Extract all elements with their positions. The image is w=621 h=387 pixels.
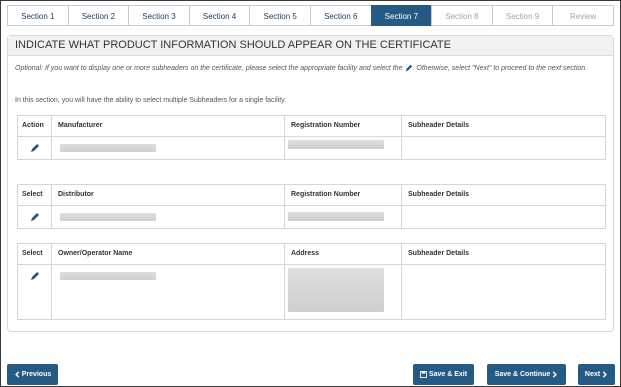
- redacted-value: [288, 268, 384, 312]
- tab-section-1[interactable]: Section 1: [7, 5, 68, 26]
- registration-number-cell: [285, 206, 402, 228]
- save-continue-label: Save & Continue: [494, 371, 551, 378]
- table-header-row: Select Distributor Registration Number S…: [18, 185, 605, 205]
- col-header-registration-number: Registration Number: [285, 116, 402, 136]
- owner-name-cell: [52, 265, 285, 319]
- floppy-disk-icon: [419, 370, 427, 378]
- table-header-row: Action Manufacturer Registration Number …: [18, 116, 605, 136]
- col-header-subheader-details: Subheader Details: [408, 250, 470, 257]
- tab-section-7[interactable]: Section 7: [370, 5, 432, 26]
- redacted-value: [60, 213, 156, 221]
- distributor-table: Select Distributor Registration Number S…: [17, 184, 606, 229]
- save-continue-button[interactable]: Save & Continue: [487, 364, 566, 385]
- optional-instructions: Optional: If you want to display one or …: [15, 64, 605, 74]
- col-header-select: Select: [18, 185, 52, 205]
- next-button[interactable]: Next: [578, 364, 615, 385]
- distributor-name-cell: [52, 206, 285, 228]
- subheader-details-cell: [402, 137, 605, 159]
- table-row: [18, 136, 605, 159]
- redacted-value: [288, 212, 384, 221]
- col-header-owner-operator-name: Owner/Operator Name: [52, 244, 285, 264]
- col-header-distributor: Distributor: [52, 185, 285, 205]
- col-header-registration-number: Registration Number: [285, 185, 402, 205]
- chevron-right-icon: [602, 371, 607, 378]
- subheader-details-cell: [402, 265, 605, 319]
- pencil-icon: [405, 64, 412, 72]
- tab-section-5[interactable]: Section 5: [249, 5, 310, 26]
- pencil-icon[interactable]: [30, 271, 40, 281]
- select-cell: [18, 265, 52, 319]
- optional-text-after: . Otherwise, select "Next" to proceed to…: [412, 65, 588, 72]
- chevron-left-icon: [14, 371, 19, 378]
- chevron-right-icon: [553, 371, 558, 378]
- save-exit-label: Save & Exit: [428, 371, 468, 378]
- save-exit-button[interactable]: Save & Exit: [413, 364, 474, 385]
- certificate-info-panel: INDICATE WHAT PRODUCT INFORMATION SHOULD…: [7, 35, 614, 332]
- col-header-manufacturer: Manufacturer: [52, 116, 285, 136]
- col-header-subheader-details: Subheader Details: [408, 122, 470, 129]
- tab-section-2[interactable]: Section 2: [67, 5, 129, 26]
- previous-label: Previous: [21, 371, 52, 378]
- action-cell: [18, 137, 52, 159]
- table-row: [18, 205, 605, 228]
- col-header-subheader-details: Subheader Details: [408, 191, 470, 198]
- tab-section-4[interactable]: Section 4: [188, 5, 250, 26]
- select-cell: [18, 206, 52, 228]
- next-label: Next: [584, 371, 601, 378]
- manufacturer-name-cell: [52, 137, 285, 159]
- owner-operator-table: Select Owner/Operator Name Address Subhe…: [17, 243, 606, 320]
- table-header-row: Select Owner/Operator Name Address Subhe…: [18, 244, 605, 264]
- tab-section-3[interactable]: Section 3: [128, 5, 189, 26]
- pencil-icon[interactable]: [30, 143, 40, 153]
- previous-button[interactable]: Previous: [7, 364, 58, 385]
- col-header-action: Action: [18, 116, 52, 136]
- panel-title: INDICATE WHAT PRODUCT INFORMATION SHOULD…: [8, 36, 613, 56]
- redacted-value: [60, 272, 156, 280]
- tab-section-8: Section 8: [431, 5, 492, 26]
- tab-section-9: Section 9: [491, 5, 553, 26]
- table-row: [18, 264, 605, 319]
- optional-text-before: Optional: If you want to display one or …: [15, 65, 403, 72]
- tab-section-6[interactable]: Section 6: [309, 5, 371, 26]
- col-header-address: Address: [285, 244, 402, 264]
- info-text: In this section, you will have the abili…: [15, 97, 287, 104]
- section-tabs: Section 1 Section 2 Section 3 Section 4 …: [7, 5, 614, 26]
- subheader-details-cell: [402, 206, 605, 228]
- redacted-value: [288, 140, 384, 149]
- manufacturer-table: Action Manufacturer Registration Number …: [17, 115, 606, 160]
- address-cell: [285, 265, 402, 319]
- pencil-icon[interactable]: [30, 212, 40, 222]
- col-header-select: Select: [18, 244, 52, 264]
- registration-number-cell: [285, 137, 402, 159]
- redacted-value: [60, 144, 156, 152]
- tab-review: Review: [552, 5, 614, 26]
